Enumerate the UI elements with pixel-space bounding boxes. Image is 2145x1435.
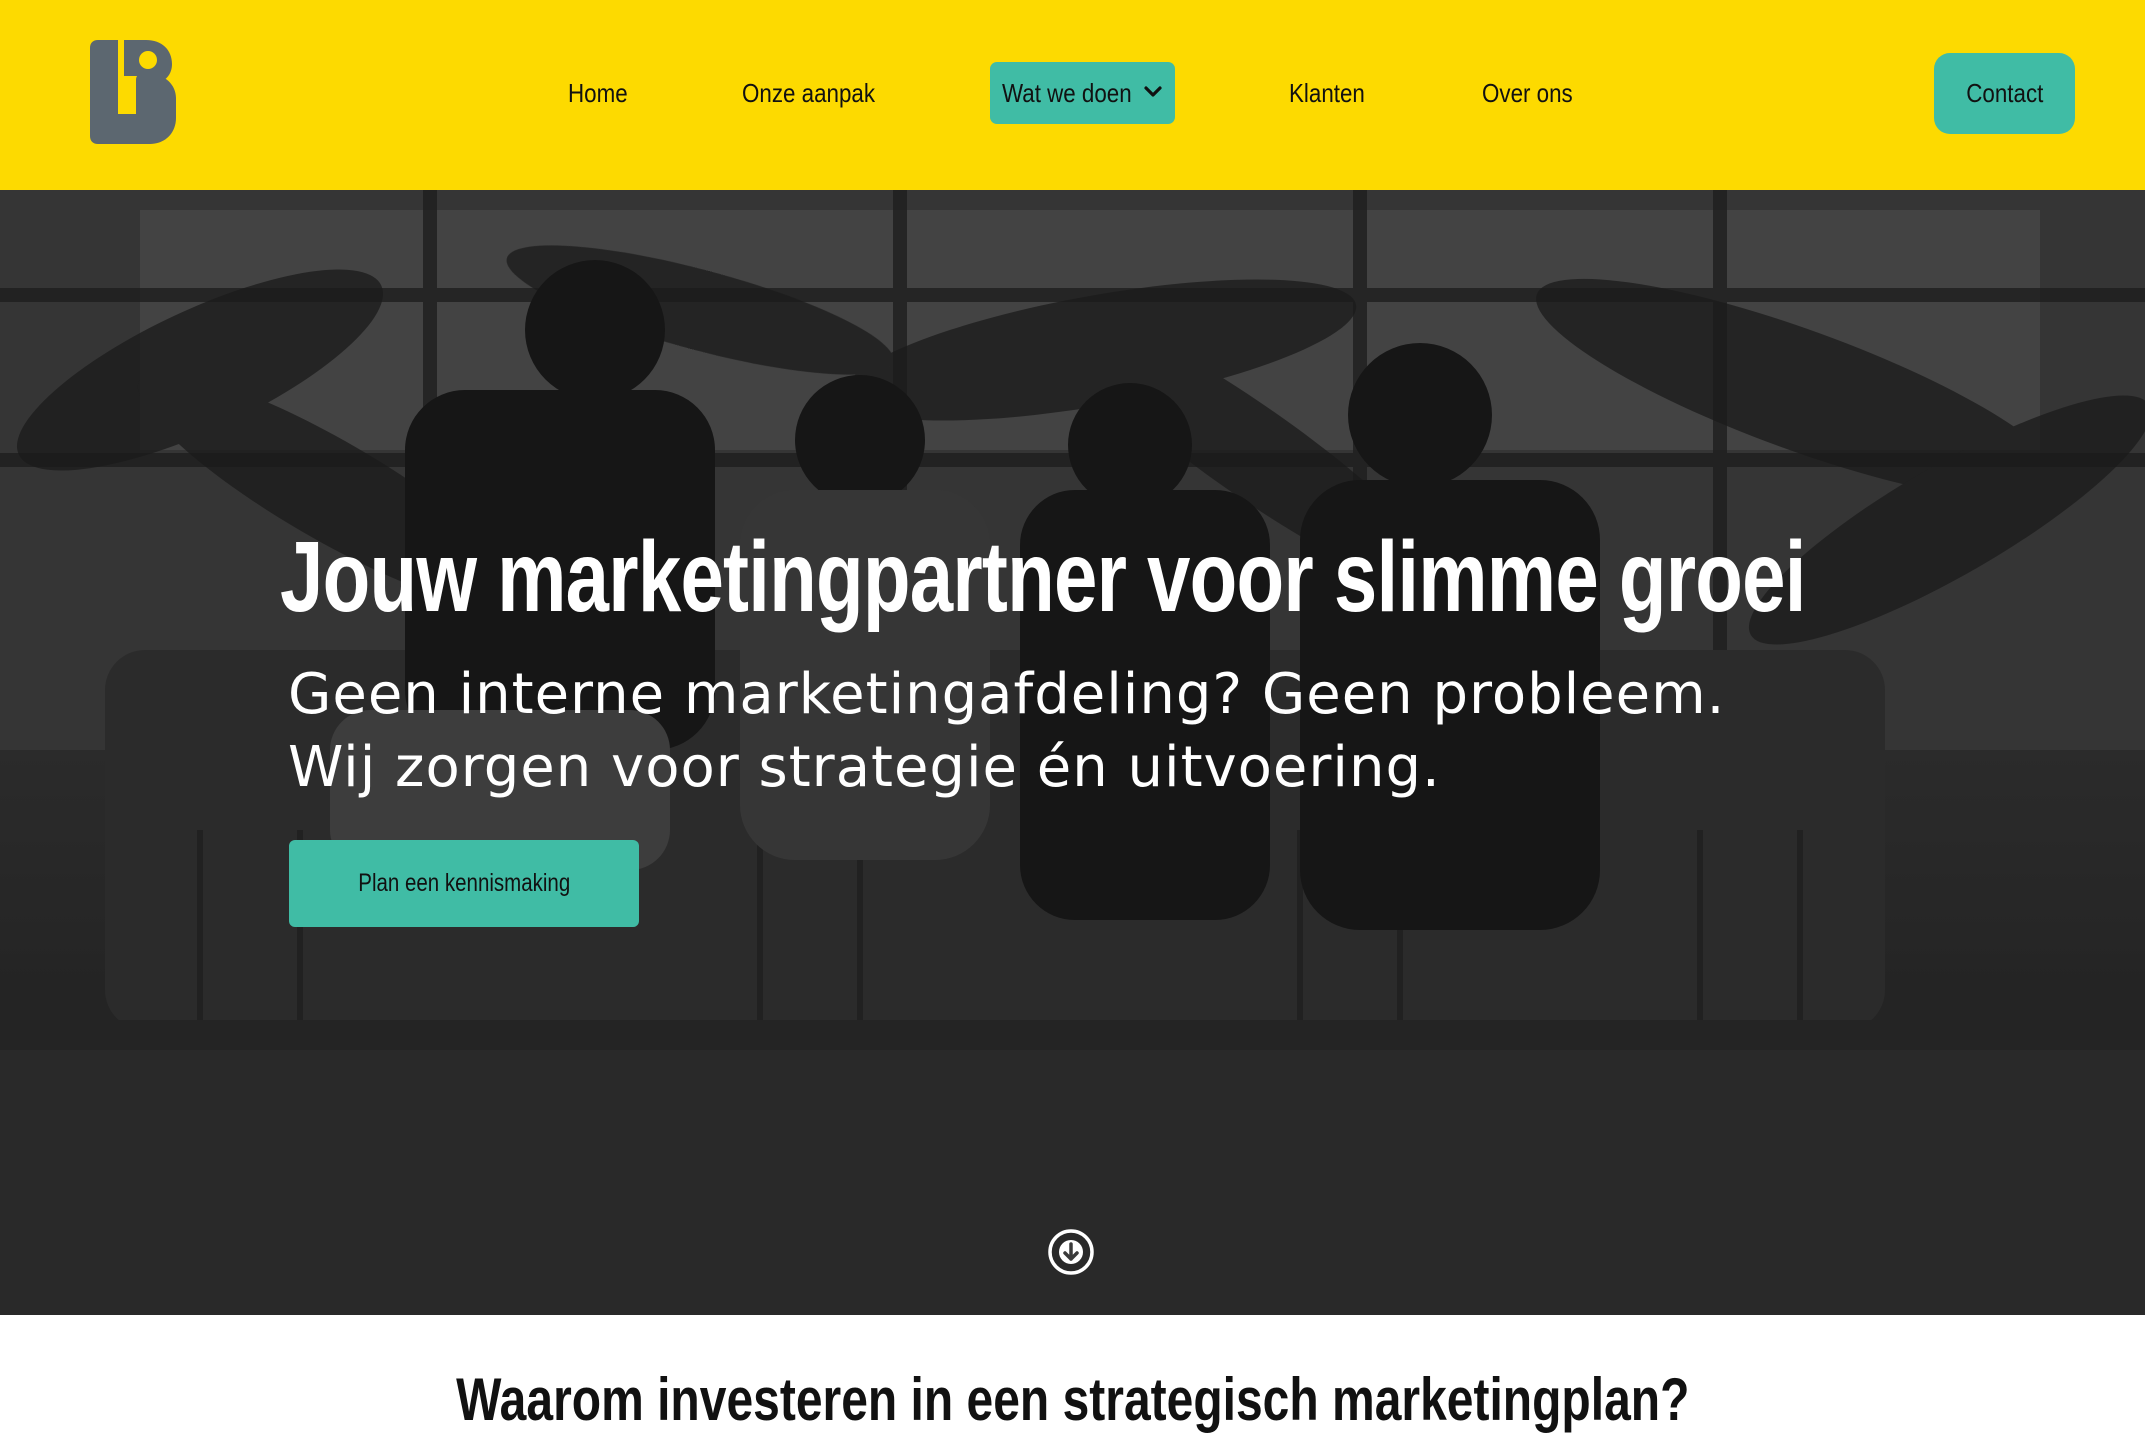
contact-button-label: Contact [1965,78,2044,108]
nav-wat-we-doen[interactable]: Wat we doen [990,62,1175,124]
plan-kennismaking-button[interactable]: Plan een kennismaking [289,840,639,927]
section-title-text: Waarom investeren in een strategisch mar… [455,1366,1690,1433]
site-header: Home Onze aanpak Wat we doen Klanten Ove… [0,0,2145,190]
hero-subtitle-line-2: Wij zorgen voor strategie én uitvoering. [288,735,1441,800]
chevron-down-icon [1144,86,1162,97]
plan-kennismaking-label: Plan een kennismaking [358,869,570,897]
nav-home[interactable]: Home [568,62,628,124]
hero-section: Jouw marketingpartner voor slimme groei … [0,190,2145,1315]
nav-wat-we-doen-label: Wat we doen [1002,78,1132,108]
hero-subtitle: Geen interne marketingafdeling? Geen pro… [288,658,1988,804]
hero-title: Jouw marketingpartner voor slimme groei [280,521,1806,633]
arrow-down-circle-icon[interactable] [1047,1228,1095,1276]
nav-onze-aanpak[interactable]: Onze aanpak [742,62,875,124]
hero-subtitle-line-1: Geen interne marketingafdeling? Geen pro… [288,662,1726,727]
contact-button[interactable]: Contact [1934,53,2075,134]
nav-over-ons[interactable]: Over ons [1482,62,1573,124]
section-title: Waarom investeren in een strategisch mar… [0,1365,2145,1434]
nav-klanten[interactable]: Klanten [1289,62,1365,124]
logo-icon[interactable] [90,40,176,144]
